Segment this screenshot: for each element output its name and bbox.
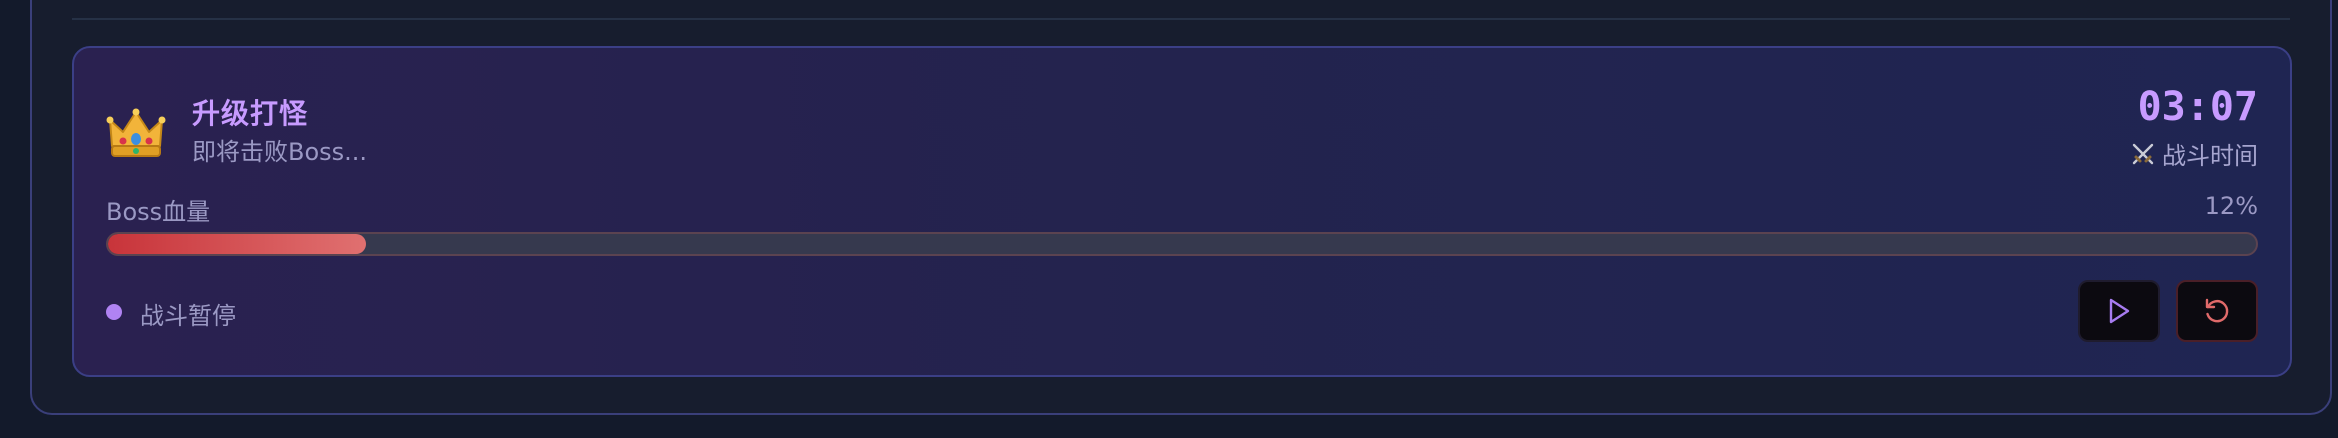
boss-hp-percent: 12% [2204, 192, 2258, 220]
card-subtitle: 即将击败Boss... [192, 138, 368, 166]
battle-timer-label: 战斗时间 [2130, 136, 2258, 171]
crown-icon [106, 108, 166, 157]
reset-icon [2205, 298, 2229, 323]
battle-status: 战斗暂停 [140, 302, 236, 330]
boss-hp-label: Boss血量 [106, 198, 211, 226]
boss-hp-bar [106, 232, 2258, 256]
battle-timer: 03:07 [2137, 84, 2258, 130]
status-dot [106, 304, 122, 320]
top-divider [72, 18, 2290, 20]
play-button[interactable] [2078, 280, 2160, 342]
reset-button[interactable] [2176, 280, 2258, 342]
boss-battle-card: 升级打怪 即将击败Boss... 03:07 战斗时间 Boss血量 12% 战… [72, 46, 2292, 377]
timer-label-text: 战斗时间 [2162, 142, 2258, 170]
boss-hp-fill [108, 234, 366, 254]
play-icon [2109, 298, 2130, 324]
card-title: 升级打怪 [192, 97, 309, 130]
crossed-swords-icon [2132, 143, 2154, 164]
